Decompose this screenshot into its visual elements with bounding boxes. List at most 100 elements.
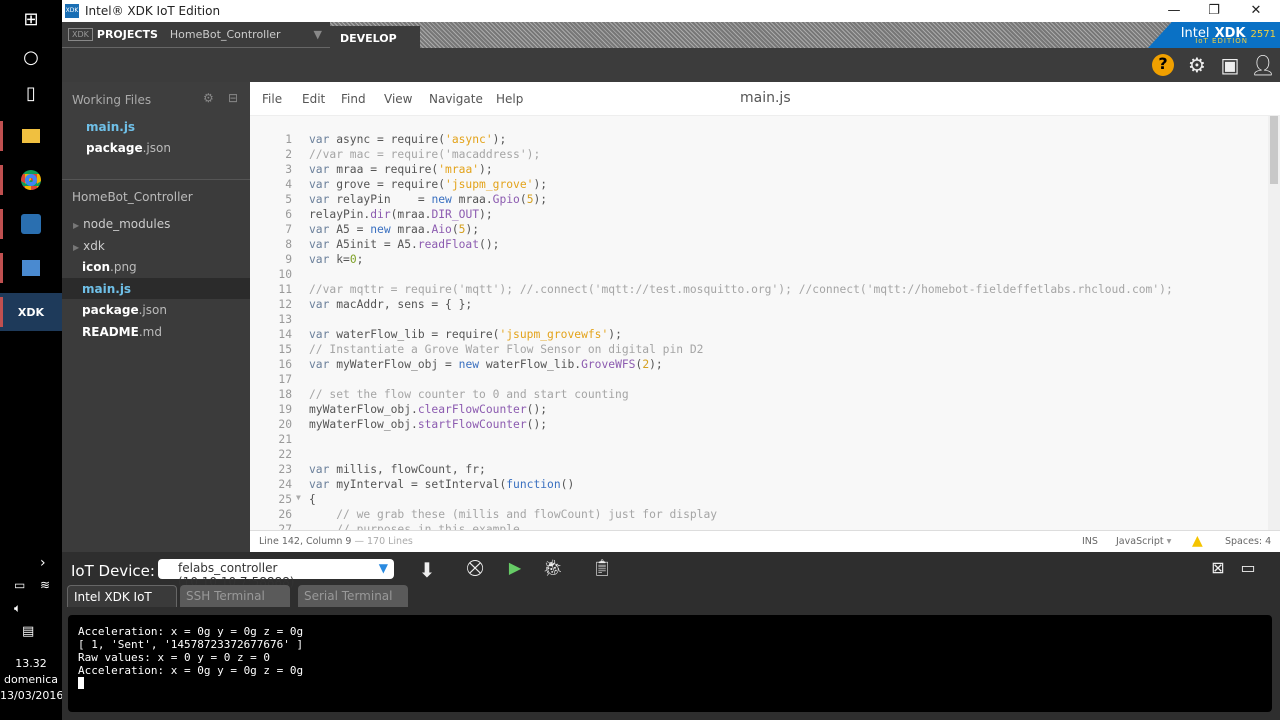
project-selector[interactable]: HomeBot_Controller	[170, 28, 281, 41]
clear-console-icon[interactable]: ⊠	[1205, 558, 1231, 582]
file-item[interactable]: main.js	[86, 120, 135, 134]
file-explorer-icon[interactable]	[0, 117, 62, 155]
code-line: var async = require('async');	[309, 133, 506, 146]
code-line: var A5init = A5.readFloat();	[309, 238, 499, 251]
file-item[interactable]: package.json	[86, 141, 171, 155]
insert-mode[interactable]: INS	[1082, 536, 1098, 547]
iot-device-select[interactable]: felabs_controller (10.10.10.7:58888) ▼	[158, 559, 394, 589]
folder-expand-arrow-icon[interactable]: ▶	[73, 243, 79, 252]
code-token: myWaterFlow_obj.	[309, 418, 418, 431]
code-token: mraa.	[390, 223, 432, 236]
code-token: var	[309, 223, 330, 236]
user-icon[interactable]: 👤︎	[1250, 53, 1276, 77]
code-line: {	[309, 493, 316, 506]
tab-projects[interactable]: XDK PROJECTS HomeBot_Controller ▼	[62, 22, 330, 48]
gear-icon[interactable]: ⚙	[1184, 53, 1210, 77]
line-number: 16	[278, 358, 292, 371]
battery-icon[interactable]: ▭	[14, 578, 25, 592]
file-name-base: package	[82, 303, 139, 317]
warning-icon[interactable]: ▲	[1192, 533, 1203, 549]
minimize-button[interactable]: —	[1154, 0, 1194, 22]
windows-start-icon[interactable]: ⊞	[16, 4, 46, 34]
action-center-icon[interactable]: ▤	[22, 624, 34, 639]
tab-ssh-terminal[interactable]: SSH Terminal	[180, 585, 290, 607]
console-line: Raw values: x = 0 y = 0 z = 0	[78, 651, 271, 664]
intel-xdk-icon[interactable]: XDK	[0, 293, 62, 331]
menu-view[interactable]: View	[384, 92, 412, 106]
cortana-icon[interactable]: ○	[16, 42, 46, 72]
tab-intel-xdk-iot[interactable]: Intel XDK IoT	[67, 585, 177, 607]
volume-icon[interactable]: 🔈︎	[14, 601, 21, 616]
search-app-icon[interactable]	[0, 205, 62, 243]
restore-button[interactable]: ❐	[1194, 0, 1234, 22]
tab-develop[interactable]: DEVELOP	[330, 26, 420, 48]
menu-file[interactable]: File	[262, 92, 282, 106]
code-area[interactable]: 1 var async = require('async'); 2 //var mac…	[250, 130, 1268, 530]
line-number: 24	[278, 478, 292, 491]
gear-icon[interactable]: ⚙	[203, 91, 214, 105]
editor-scrollbar[interactable]	[1268, 116, 1280, 530]
split-view-icon[interactable]: ⊟	[228, 91, 238, 105]
code-token: 'jsupm_grovewfs'	[499, 328, 609, 341]
file-name-base: node_modules	[83, 217, 171, 231]
code-line: var grove = require('jsupm_grove');	[309, 178, 547, 191]
help-icon[interactable]: ?	[1152, 54, 1174, 76]
code-token: 'async'	[445, 133, 493, 146]
network-app-icon[interactable]	[0, 249, 62, 287]
file-name-base: main.js	[86, 120, 136, 134]
debug-icon[interactable]: 🐞︎	[540, 558, 566, 582]
file-sidebar: Working Files ⚙ ⊟ main.js package.json Ho…	[62, 82, 250, 552]
wifi-icon[interactable]: ≋	[40, 578, 50, 592]
fold-arrow-icon[interactable]: ▼	[296, 493, 301, 502]
file-item[interactable]: README.md	[82, 325, 162, 339]
folder-expand-arrow-icon[interactable]: ▶	[73, 221, 79, 230]
window-title: Intel® XDK IoT Edition	[85, 4, 221, 18]
console-line: Acceleration: x = 0g y = 0g z = 0g	[78, 625, 304, 638]
menu-help[interactable]: Help	[496, 92, 523, 106]
console-options-icon[interactable]: ▭	[1235, 558, 1261, 582]
code-token: async = require(	[329, 133, 446, 146]
tab-serial-terminal[interactable]: Serial Terminal	[298, 585, 408, 607]
file-item[interactable]: ▶ node_modules	[73, 217, 170, 231]
menu-bar: File Edit Find View Navigate Help main.js	[250, 82, 1280, 116]
scrollbar-thumb[interactable]	[1270, 116, 1278, 184]
code-token: var	[309, 463, 330, 476]
line-number: 10	[278, 268, 292, 281]
menu-navigate[interactable]: Navigate	[429, 92, 483, 106]
file-item[interactable]: package.json	[82, 303, 167, 317]
line-number: 17	[278, 373, 292, 386]
code-token: (	[451, 223, 459, 236]
code-line: var myInterval = setInterval(function()	[309, 478, 574, 491]
code-token: (	[519, 193, 527, 206]
clock[interactable]: 13.32 domenica 13/03/2016	[0, 656, 63, 704]
menu-find[interactable]: Find	[341, 92, 366, 106]
line-number: 11	[278, 283, 292, 296]
console-output[interactable]: Acceleration: x = 0g y = 0g z = 0g[ 1, '…	[68, 615, 1272, 712]
code-token: GroveWFS	[581, 358, 636, 371]
device-settings-icon[interactable]: 📋︎	[589, 558, 615, 582]
close-button[interactable]: ✕	[1236, 0, 1276, 22]
code-token: var	[309, 238, 330, 251]
task-view-icon[interactable]: ▯	[16, 78, 46, 108]
stop-app-icon[interactable]: ⛒	[462, 558, 488, 582]
indent-setting[interactable]: Spaces: 4	[1225, 536, 1271, 547]
code-token: new	[431, 193, 452, 206]
file-item[interactable]: ▶ xdk	[73, 239, 105, 253]
run-app-icon[interactable]: ▶	[502, 558, 528, 582]
project-dropdown-icon[interactable]: ▼	[314, 28, 322, 41]
xdk-badge: XDK	[68, 28, 93, 41]
file-name-base: package	[86, 141, 143, 155]
code-line: var mraa = require('mraa');	[309, 163, 493, 176]
code-line: //var mqttr = require('mqtt'); //.connec…	[309, 283, 1173, 296]
twitter-feed-icon[interactable]: ▣	[1217, 53, 1243, 77]
code-token: macAddr, sens = { };	[329, 298, 473, 311]
menu-edit[interactable]: Edit	[302, 92, 325, 106]
line-number: 21	[278, 433, 292, 446]
chrome-icon[interactable]	[0, 161, 62, 199]
show-hidden-icons-chevron-icon[interactable]: ›	[40, 555, 46, 571]
upload-icon[interactable]: ⬇	[414, 558, 440, 582]
line-number: 23	[278, 463, 292, 476]
file-item[interactable]: main.js	[82, 282, 131, 296]
language-selector[interactable]: JavaScript ▾	[1116, 536, 1171, 547]
file-item[interactable]: icon.png	[82, 260, 137, 274]
